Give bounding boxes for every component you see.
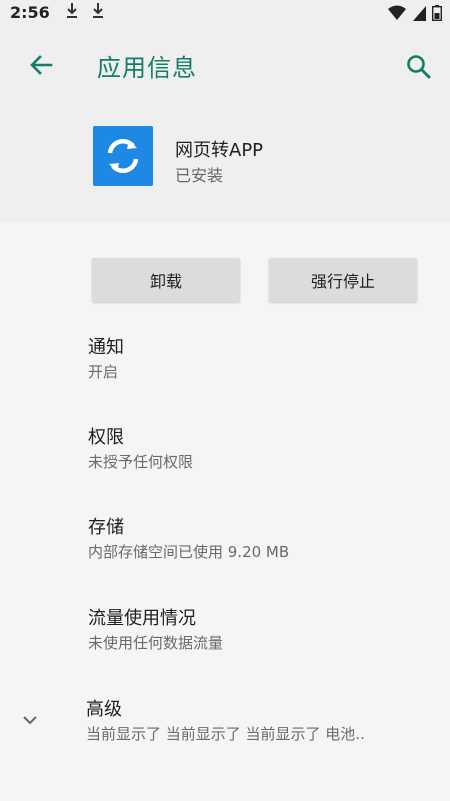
setting-title: 通知 bbox=[88, 337, 124, 358]
setting-storage[interactable]: 存储 内部存储空间已使用 9.20 MB bbox=[88, 516, 438, 564]
back-arrow-icon[interactable] bbox=[26, 50, 56, 80]
sync-icon bbox=[107, 138, 139, 174]
download-icon bbox=[67, 3, 77, 18]
app-icon bbox=[93, 126, 153, 186]
setting-title: 流量使用情况 bbox=[88, 608, 196, 629]
app-install-status: 已安装 bbox=[175, 166, 224, 185]
app-bar: 应用信息 bbox=[0, 26, 450, 116]
download-icon bbox=[93, 3, 103, 18]
signal-icon bbox=[413, 6, 426, 21]
battery-icon bbox=[432, 5, 442, 21]
setting-title: 存储 bbox=[88, 517, 124, 538]
app-header: 网页转APP 已安装 bbox=[0, 116, 450, 222]
search-icon[interactable] bbox=[404, 52, 434, 82]
app-name: 网页转APP bbox=[175, 140, 264, 161]
setting-title: 高级 bbox=[86, 699, 122, 720]
setting-notifications[interactable]: 通知 开启 bbox=[88, 336, 438, 384]
setting-permissions[interactable]: 权限 未授予任何权限 bbox=[88, 426, 438, 474]
status-bar: 2:56 bbox=[0, 0, 450, 26]
setting-summary: 未使用任何数据流量 bbox=[88, 634, 224, 652]
page-title: 应用信息 bbox=[97, 54, 197, 82]
setting-summary: 开启 bbox=[88, 363, 119, 381]
uninstall-button[interactable]: 卸载 bbox=[92, 258, 240, 302]
chevron-down-icon[interactable] bbox=[20, 710, 40, 730]
setting-summary: 内部存储空间已使用 9.20 MB bbox=[88, 543, 290, 561]
setting-summary: 当前显示了 当前显示了 当前显示了 电池.. bbox=[86, 725, 365, 743]
status-icons bbox=[388, 5, 442, 21]
setting-advanced[interactable]: 高级 当前显示了 当前显示了 当前显示了 电池.. bbox=[86, 698, 416, 746]
status-time: 2:56 bbox=[10, 3, 50, 22]
setting-title: 权限 bbox=[88, 427, 124, 448]
force-stop-button[interactable]: 强行停止 bbox=[269, 258, 417, 302]
wifi-icon bbox=[388, 5, 406, 20]
setting-summary: 未授予任何权限 bbox=[88, 453, 194, 471]
setting-data-usage[interactable]: 流量使用情况 未使用任何数据流量 bbox=[88, 607, 438, 655]
